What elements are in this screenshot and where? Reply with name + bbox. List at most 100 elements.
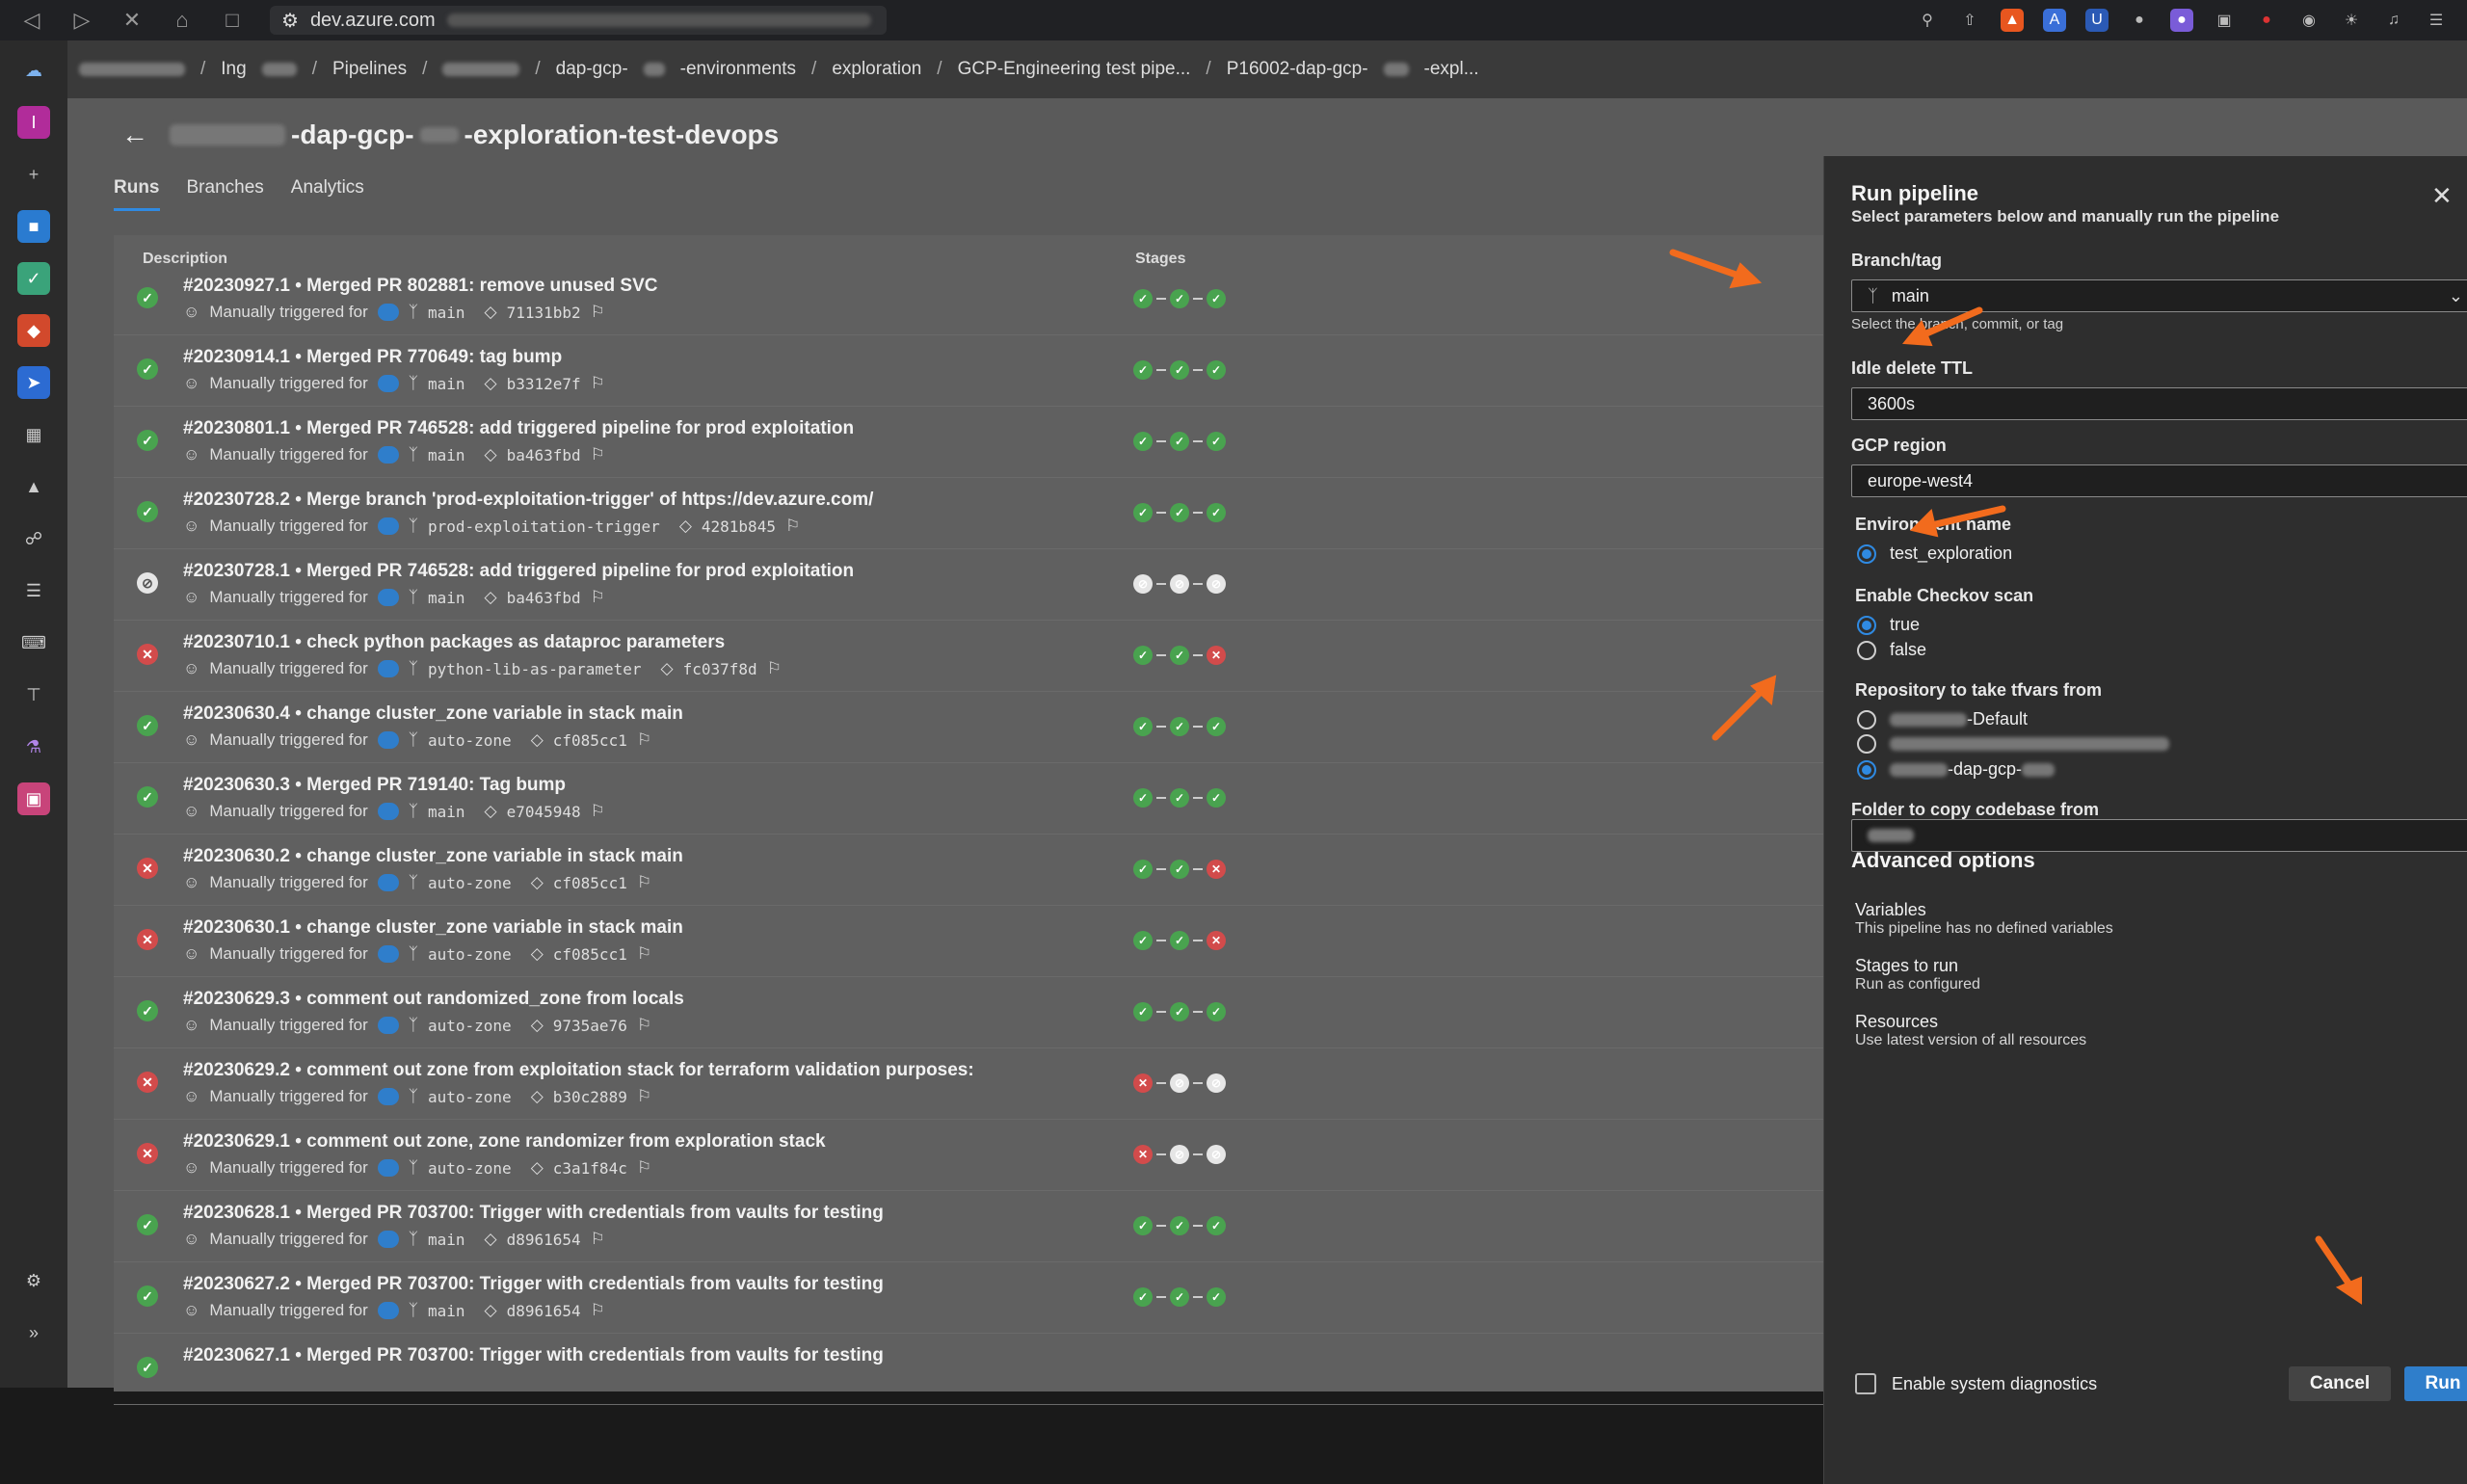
password-manager-icon[interactable]: U [2085, 9, 2109, 32]
repository-option-default[interactable]: -Default [1857, 709, 2028, 729]
xaml-icon[interactable]: ⊤ [17, 678, 50, 711]
stages-indicator[interactable]: ✓ ✓ ✓ [1133, 503, 1226, 522]
radio-unselected[interactable] [1857, 709, 1876, 729]
run-branch[interactable]: auto-zone [428, 1159, 512, 1178]
resources-row[interactable]: Resources Use latest version of all reso… [1855, 1012, 2467, 1058]
run-title[interactable]: #20230630.3 • Merged PR 719140: Tag bump [183, 775, 566, 796]
address-bar[interactable]: ⚙ dev.azure.com [270, 6, 887, 35]
run-commit[interactable]: 71131bb2 [507, 304, 581, 322]
table-row[interactable]: ✓ #20230629.3 • comment out randomized_zo… [114, 977, 1848, 1048]
folder-input[interactable] [1851, 819, 2467, 852]
stages-to-run-row[interactable]: Stages to run Run as configured › [1855, 956, 2467, 1002]
table-row[interactable]: ✓ #20230728.2 • Merge branch 'prod-exploi… [114, 478, 1848, 549]
environment-option[interactable]: test_exploration [1857, 543, 2012, 564]
table-row[interactable]: ✓ #20230630.3 • Merged PR 719140: Tag bum… [114, 763, 1848, 835]
run-branch[interactable]: main [428, 375, 465, 393]
breadcrumb-item-pipelines[interactable]: Pipelines [332, 59, 407, 80]
tab-runs[interactable]: Runs [114, 177, 160, 211]
breadcrumb-item[interactable]: Ing [221, 59, 246, 80]
run-commit[interactable]: 9735ae76 [553, 1017, 627, 1035]
run-title[interactable]: #20230927.1 • Merged PR 802881: remove u… [183, 276, 657, 297]
table-row[interactable]: ✓ #20230914.1 • Merged PR 770649: tag bum… [114, 335, 1848, 407]
releases-icon[interactable]: ▲ [17, 470, 50, 503]
stages-indicator[interactable]: ✓ ✓ ✓ [1133, 788, 1226, 808]
table-row[interactable]: ✓ #20230627.1 • Merged PR 703700: Trigger… [114, 1334, 1848, 1405]
table-row[interactable]: ✓ #20230627.2 • Merged PR 703700: Trigger… [114, 1262, 1848, 1334]
run-title[interactable]: #20230629.1 • comment out zone, zone ran… [183, 1131, 826, 1153]
table-row[interactable]: ⊘ #20230728.1 • Merged PR 746528: add tri… [114, 549, 1848, 621]
breadcrumb-item[interactable]: -expl... [1424, 59, 1479, 80]
project-settings-icon[interactable]: ⚙ [17, 1264, 50, 1297]
radio-selected[interactable] [1857, 759, 1876, 780]
run-branch[interactable]: main [428, 803, 465, 821]
bookmark-icon[interactable]: □ [220, 8, 245, 33]
run-commit[interactable]: b30c2889 [553, 1088, 627, 1106]
back-arrow-icon[interactable]: ← [121, 119, 148, 150]
site-settings-icon[interactable]: ⚙ [281, 9, 299, 33]
run-branch[interactable]: auto-zone [428, 1088, 512, 1106]
forward-icon[interactable]: ▷ [69, 8, 94, 33]
breadcrumb-item[interactable]: -environments [680, 59, 796, 80]
run-commit[interactable]: cf085cc1 [553, 945, 627, 964]
region-input[interactable]: europe-west4 [1851, 464, 2467, 497]
deployment-groups-icon[interactable]: ⌨ [17, 626, 50, 659]
breadcrumb-item[interactable]: exploration [832, 59, 921, 80]
run-branch[interactable]: main [428, 589, 465, 607]
repository-option-dap-gcp[interactable]: -dap-gcp- [1857, 759, 2056, 780]
table-row[interactable]: ✕ #20230630.2 • change cluster_zone varia… [114, 835, 1848, 906]
camera-icon[interactable]: ◉ [2297, 9, 2321, 32]
menu-icon[interactable]: ☰ [2425, 9, 2448, 32]
stages-indicator[interactable]: ✓ ✓ ✓ [1133, 432, 1226, 451]
table-row[interactable]: ✓ #20230630.4 • change cluster_zone varia… [114, 692, 1848, 763]
run-commit[interactable]: c3a1f84c [553, 1159, 627, 1178]
pipelines-icon[interactable]: ➤ [17, 366, 50, 399]
run-branch[interactable]: python-lib-as-parameter [428, 660, 642, 678]
run-commit[interactable]: b3312e7f [507, 375, 581, 393]
table-row[interactable]: ✕ #20230710.1 • check python packages as … [114, 621, 1848, 692]
brave-shield-icon[interactable]: ▲ [2001, 9, 2024, 32]
run-branch[interactable]: auto-zone [428, 945, 512, 964]
run-branch[interactable]: main [428, 446, 465, 464]
radio-selected[interactable] [1857, 543, 1876, 564]
run-title[interactable]: #20230728.2 • Merge branch 'prod-exploit… [183, 490, 873, 511]
home-icon[interactable]: ⌂ [170, 8, 195, 33]
run-title[interactable]: #20230627.2 • Merged PR 703700: Trigger … [183, 1274, 884, 1295]
table-row[interactable]: ✕ #20230629.1 • comment out zone, zone ra… [114, 1120, 1848, 1191]
task-groups-icon[interactable]: ☰ [17, 574, 50, 607]
run-commit[interactable]: ba463fbd [507, 589, 581, 607]
radio-unselected[interactable] [1857, 640, 1876, 660]
music-icon[interactable]: ♫ [2382, 9, 2405, 32]
extension-icon[interactable]: ● [2128, 9, 2151, 32]
tab-branches[interactable]: Branches [187, 177, 264, 211]
close-icon[interactable]: ✕ [119, 8, 145, 33]
run-branch[interactable]: auto-zone [428, 874, 512, 892]
run-branch[interactable]: prod-exploitation-trigger [428, 517, 660, 536]
stages-indicator[interactable]: ✓ ✓ ✓ [1133, 1216, 1226, 1235]
run-commit[interactable]: d8961654 [507, 1302, 581, 1320]
artifacts-icon[interactable]: ▣ [17, 782, 50, 815]
project-avatar-icon[interactable]: I [17, 106, 50, 139]
zoom-icon[interactable]: ⚲ [1916, 9, 1939, 32]
run-branch[interactable]: auto-zone [428, 1017, 512, 1035]
run-title[interactable]: #20230630.2 • change cluster_zone variab… [183, 846, 683, 867]
run-commit[interactable]: d8961654 [507, 1231, 581, 1249]
stages-indicator[interactable]: ✓ ✓ ✓ [1133, 1287, 1226, 1307]
add-icon[interactable]: + [17, 158, 50, 191]
share-icon[interactable]: ⇧ [1958, 9, 1981, 32]
ttl-input[interactable]: 3600s [1851, 387, 2467, 420]
repository-option-redacted[interactable] [1857, 734, 2169, 754]
checkov-option-false[interactable]: false [1857, 640, 1926, 660]
table-row[interactable]: ✓ #20230628.1 • Merged PR 703700: Trigger… [114, 1191, 1848, 1262]
run-commit[interactable]: e7045948 [507, 803, 581, 821]
run-title[interactable]: #20230728.1 • Merged PR 746528: add trig… [183, 561, 854, 582]
run-commit[interactable]: cf085cc1 [553, 874, 627, 892]
table-row[interactable]: ✕ #20230629.2 • comment out zone from exp… [114, 1048, 1848, 1120]
radio-selected[interactable] [1857, 615, 1876, 635]
back-icon[interactable]: ◁ [19, 8, 44, 33]
cancel-button[interactable]: Cancel [2289, 1366, 2391, 1401]
run-title[interactable]: #20230710.1 • check python packages as d… [183, 632, 725, 653]
run-branch[interactable]: main [428, 1302, 465, 1320]
table-row[interactable]: ✓ #20230927.1 • Merged PR 802881: remove … [114, 264, 1848, 335]
library-icon[interactable]: ☍ [17, 522, 50, 555]
extension-purple-icon[interactable]: ● [2170, 9, 2193, 32]
